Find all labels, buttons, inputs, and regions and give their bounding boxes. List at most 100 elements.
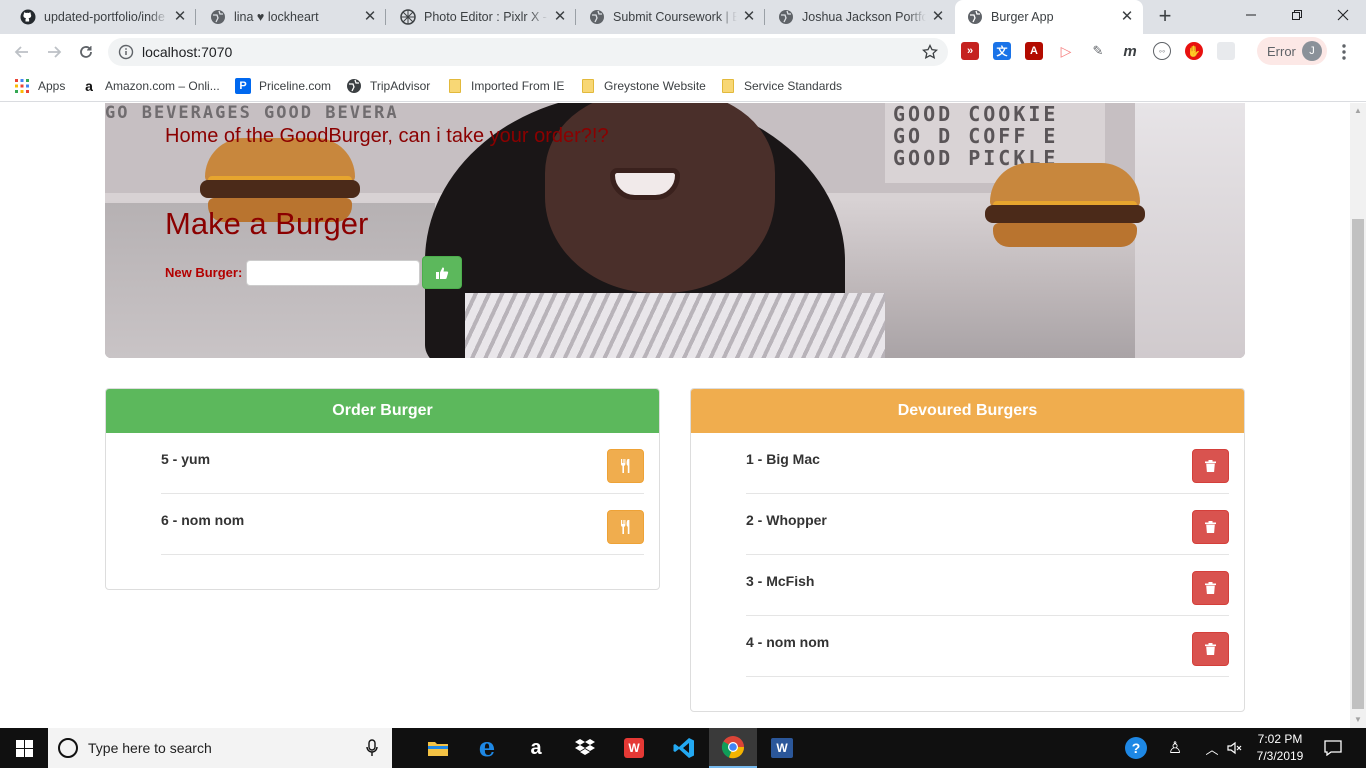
bookmark-tripadvisor[interactable]: TripAdvisor <box>346 76 430 96</box>
browser-toolbar: localhost:7070 » 文 A ▷ ✎ m ◦◦ ✋ Error J <box>0 34 1366 70</box>
taskbar-search-box[interactable]: Type here to search <box>48 728 392 768</box>
page-scrollbar[interactable]: ▲ ▼ <box>1350 103 1366 728</box>
tab-burger-app[interactable]: Burger App ✕ <box>955 0 1143 34</box>
extension-gray-icon[interactable] <box>1217 42 1235 60</box>
bookmark-label: Imported From IE <box>471 79 565 93</box>
edge-icon[interactable]: e <box>463 728 511 768</box>
forward-button[interactable] <box>42 40 66 64</box>
scrollbar-thumb[interactable] <box>1352 219 1364 709</box>
file-explorer-icon[interactable] <box>414 728 462 768</box>
minimize-button[interactable] <box>1228 0 1274 30</box>
amazon-icon[interactable]: a <box>512 728 560 768</box>
extension-pen-icon[interactable]: ✎ <box>1089 42 1107 60</box>
burger-name: 4 - nom nom <box>746 634 830 650</box>
close-icon[interactable]: ✕ <box>362 9 378 25</box>
tab-lina[interactable]: lina ♥ lockheart ✕ <box>198 0 386 34</box>
bookmark-star-icon[interactable] <box>920 42 940 62</box>
thumbs-up-icon <box>436 266 449 279</box>
notifications-icon[interactable] <box>1318 728 1348 768</box>
extension-play-icon[interactable]: ▷ <box>1057 42 1075 60</box>
bookmark-priceline[interactable]: P Priceline.com <box>235 76 331 96</box>
panel-heading: Devoured Burgers <box>691 389 1244 433</box>
bookmark-label: Greystone Website <box>604 79 706 93</box>
restore-icon <box>1292 10 1302 20</box>
tab-title: Joshua Jackson Portfoli <box>802 10 926 24</box>
dropbox-icon[interactable] <box>561 728 609 768</box>
folder-icon <box>720 78 736 94</box>
bookmark-label: Priceline.com <box>259 79 332 93</box>
close-window-button[interactable] <box>1320 0 1366 30</box>
delete-button[interactable] <box>1192 449 1229 483</box>
chrome-icon[interactable] <box>709 728 757 768</box>
close-icon <box>1337 9 1349 21</box>
bookmark-amazon[interactable]: a Amazon.com – Onli... <box>81 76 220 96</box>
profile-error-button[interactable]: Error J <box>1257 37 1327 65</box>
wps-office-icon[interactable]: W <box>610 728 658 768</box>
panel-heading: Order Burger <box>106 389 659 433</box>
extension-m-icon[interactable]: m <box>1121 42 1139 60</box>
new-burger-input[interactable] <box>246 259 421 286</box>
people-icon[interactable]: ♙ <box>1162 728 1188 768</box>
info-icon[interactable] <box>118 44 134 60</box>
close-icon[interactable]: ✕ <box>1119 9 1135 25</box>
taskbar-clock[interactable]: 7:02 PM 7/3/2019 <box>1250 731 1310 765</box>
bookmark-label: Service Standards <box>744 79 843 93</box>
globe-icon <box>346 78 362 94</box>
hero-sign-line: GOOD COOKIE <box>893 103 1059 126</box>
bookmark-folder-imported[interactable]: Imported From IE <box>447 76 564 96</box>
scroll-down-icon[interactable]: ▼ <box>1354 716 1362 724</box>
delete-button[interactable] <box>1192 510 1229 544</box>
order-burger-list: 5 - yum 6 - nom nom <box>106 433 659 589</box>
add-burger-button[interactable] <box>422 256 463 289</box>
burger-name: 3 - McFish <box>746 573 815 589</box>
burger-name: 2 - Whopper <box>746 512 827 528</box>
new-tab-button[interactable]: + <box>1152 4 1178 30</box>
help-icon[interactable]: ? <box>1122 728 1150 768</box>
microphone-icon[interactable] <box>364 739 380 757</box>
new-burger-form: New Burger: <box>165 256 463 289</box>
bookmark-folder-service[interactable]: Service Standards <box>720 76 842 96</box>
bookmark-folder-greystone[interactable]: Greystone Website <box>580 76 706 96</box>
devoured-burger-list: 1 - Big Mac 2 - Whopper 3 - McFish 4 - n… <box>691 433 1244 711</box>
close-icon[interactable]: ✕ <box>930 9 946 25</box>
close-icon[interactable]: ✕ <box>172 9 188 25</box>
chevron-up-icon[interactable]: ︿ <box>1202 728 1222 768</box>
vscode-icon[interactable] <box>660 728 708 768</box>
adblock-icon[interactable]: ✋ <box>1185 42 1203 60</box>
delete-button[interactable] <box>1192 632 1229 666</box>
clock-date: 7/3/2019 <box>1256 749 1304 763</box>
word-icon[interactable]: W <box>758 728 806 768</box>
restore-button[interactable] <box>1274 0 1320 30</box>
volume-muted-icon[interactable] <box>1224 728 1246 768</box>
trash-icon <box>1205 582 1216 594</box>
address-bar[interactable]: localhost:7070 <box>108 38 948 66</box>
extension-translate-icon[interactable]: 文 <box>993 42 1011 60</box>
devour-button[interactable] <box>607 510 644 544</box>
scroll-up-icon[interactable]: ▲ <box>1354 107 1362 115</box>
bookmark-apps[interactable]: Apps <box>14 76 65 96</box>
new-burger-label: New Burger: <box>165 265 243 280</box>
start-button[interactable] <box>0 728 48 768</box>
hero-sign-left: GO BEVERAGES GOOD BEVERA <box>105 103 399 123</box>
acrobat-icon[interactable]: A <box>1025 42 1043 60</box>
bookmark-label: Amazon.com – Onli... <box>105 79 220 93</box>
tab-github[interactable]: updated-portfolio/inde ✕ <box>8 0 196 34</box>
hero-sign-line: GO D COFF E <box>893 124 1059 148</box>
tab-pixlr[interactable]: Photo Editor : Pixlr X - f ✕ <box>388 0 576 34</box>
reload-button[interactable] <box>74 40 98 64</box>
extension-circle-icon[interactable]: ◦◦ <box>1153 42 1171 60</box>
arrow-right-icon <box>48 46 62 58</box>
devour-button[interactable] <box>607 449 644 483</box>
menu-kebab-icon[interactable] <box>1334 42 1354 62</box>
close-icon[interactable]: ✕ <box>552 9 568 25</box>
page-title: Make a Burger <box>165 206 369 241</box>
hero-background <box>1135 103 1245 358</box>
close-icon[interactable]: ✕ <box>741 9 757 25</box>
back-button[interactable] <box>10 40 34 64</box>
tab-submit-coursework[interactable]: Submit Coursework | Bo ✕ <box>577 0 765 34</box>
extension-red-icon[interactable]: » <box>961 42 979 60</box>
order-burger-panel: Order Burger 5 - yum 6 - nom nom <box>105 388 660 590</box>
browser-tab-strip: updated-portfolio/inde ✕ lina ♥ lockhear… <box>0 0 1366 34</box>
tab-portfolio[interactable]: Joshua Jackson Portfoli ✕ <box>766 0 954 34</box>
delete-button[interactable] <box>1192 571 1229 605</box>
